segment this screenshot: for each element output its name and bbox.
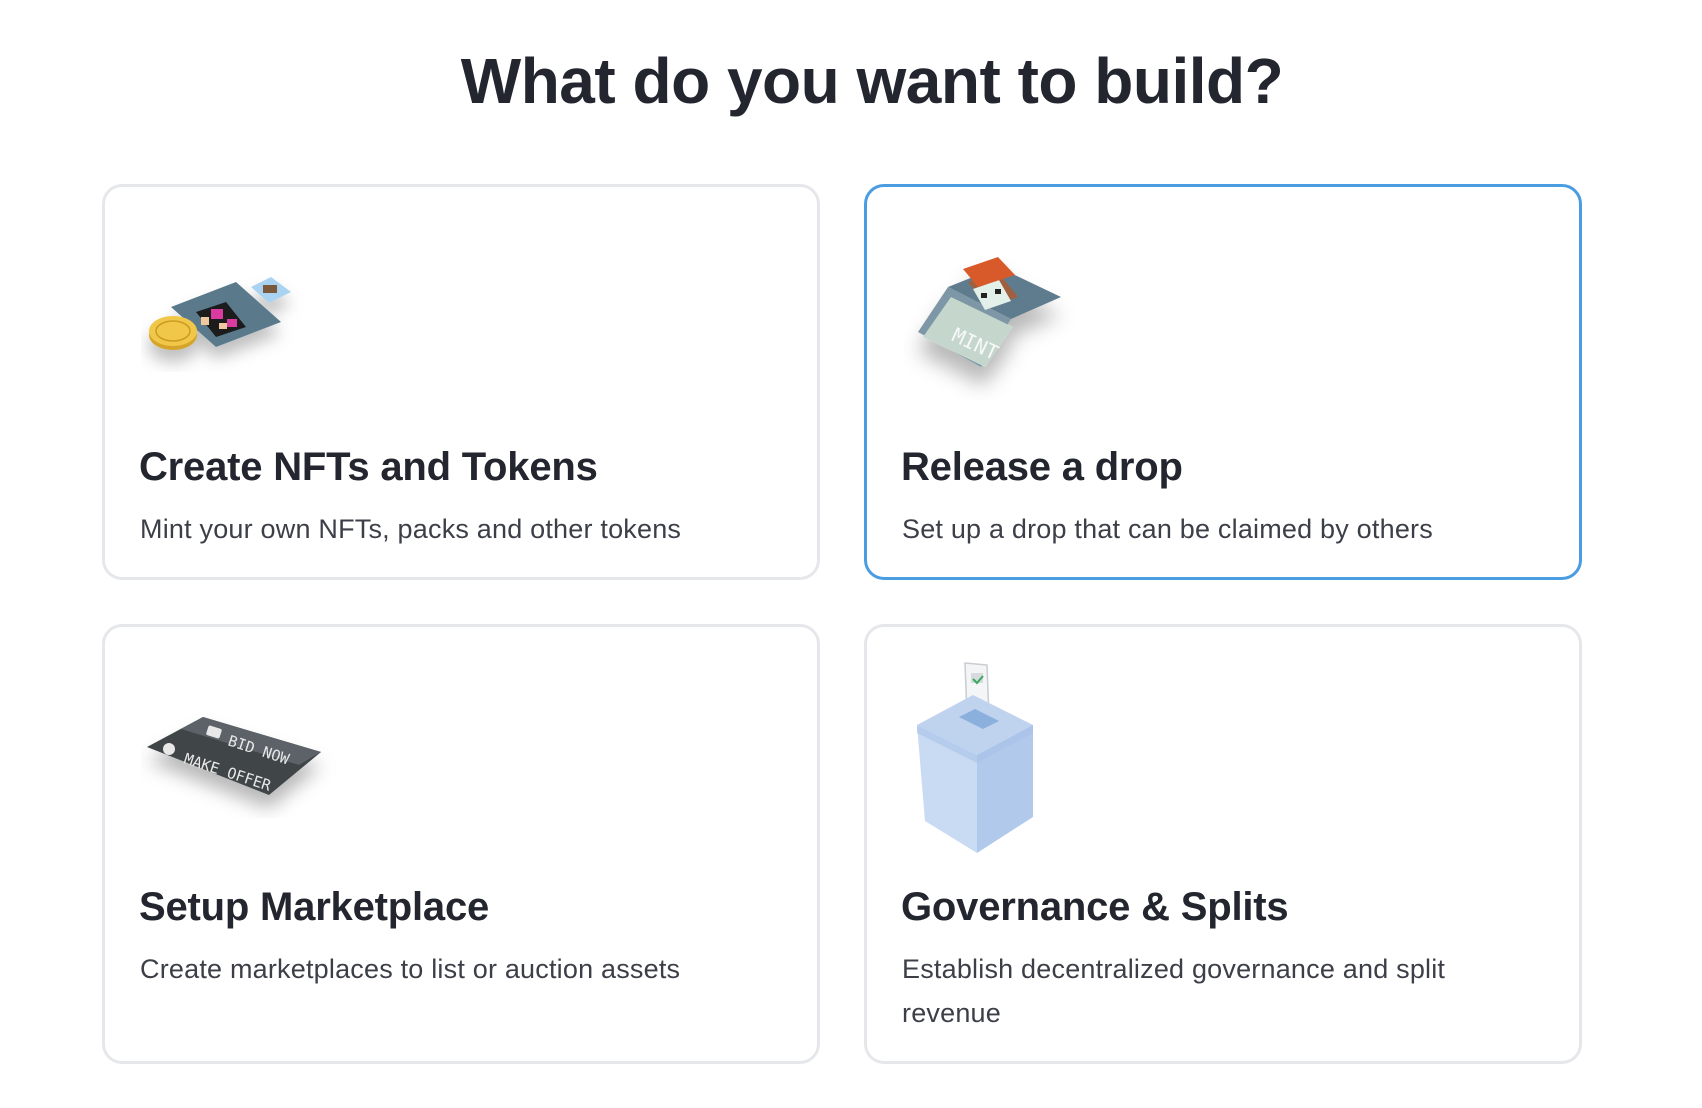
- marketplace-icon: BID NOW MAKE OFFER: [141, 667, 341, 867]
- option-card-create-nfts[interactable]: Create NFTs and Tokens Mint your own NFT…: [102, 184, 820, 580]
- card-description: Create marketplaces to list or auction a…: [140, 954, 681, 984]
- options-grid: Create NFTs and Tokens Mint your own NFT…: [102, 184, 1582, 1064]
- card-title: Governance & Splits: [901, 885, 1289, 929]
- build-options-page: What do you want to build? Create NFTs a…: [0, 0, 1702, 1108]
- card-title: Setup Marketplace: [139, 885, 490, 929]
- card-title: Release a drop: [901, 445, 1183, 489]
- option-card-release-drop[interactable]: MINT Release a drop Set up a drop that c…: [864, 184, 1582, 580]
- option-card-governance-splits[interactable]: Governance & Splits Establish decentrali…: [864, 624, 1582, 1064]
- option-card-setup-marketplace[interactable]: BID NOW MAKE OFFER Setup Marketplace Cre…: [102, 624, 820, 1064]
- card-description: Set up a drop that can be claimed by oth…: [902, 514, 1433, 544]
- ballot-box-icon: [903, 662, 1103, 867]
- page-title: What do you want to build?: [460, 45, 1284, 117]
- card-title: Create NFTs and Tokens: [139, 445, 598, 489]
- mint-drop-icon: MINT: [903, 227, 1103, 427]
- card-description: Establish decentralized governance and s…: [902, 954, 1446, 1028]
- card-description: Mint your own NFTs, packs and other toke…: [140, 514, 682, 544]
- nft-tokens-icon: [141, 227, 341, 427]
